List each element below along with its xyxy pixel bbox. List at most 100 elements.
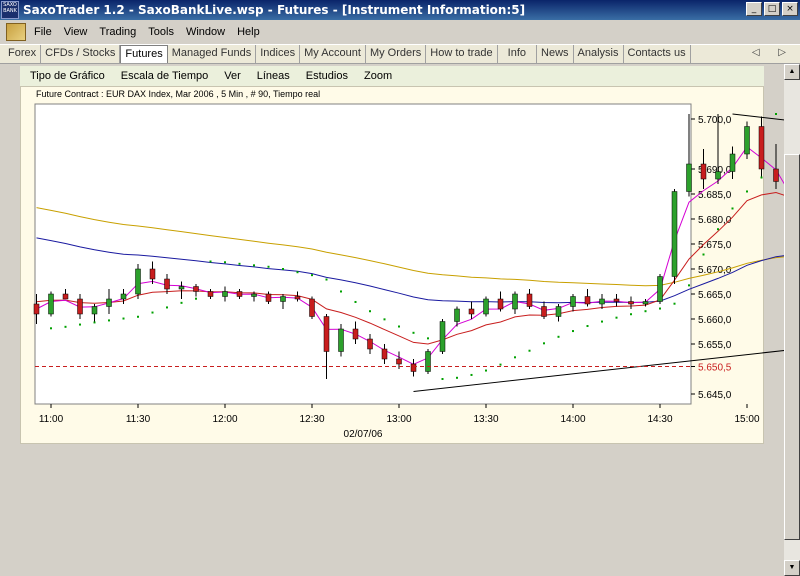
y-tick-label: 5.660,0	[698, 315, 732, 326]
scroll-up-arrow-icon[interactable]: ▲	[784, 64, 800, 80]
psar-dot	[253, 264, 255, 267]
psar-dot	[514, 356, 516, 359]
candle-body	[657, 276, 663, 302]
y-tick-label: 5.665,0	[698, 290, 732, 301]
candle-body	[236, 291, 243, 297]
psar-dot	[543, 342, 545, 345]
candle-body	[613, 298, 620, 302]
candle-body	[251, 293, 257, 297]
candle-body	[178, 286, 185, 290]
candle-body	[599, 298, 605, 305]
psar-dot	[79, 323, 81, 326]
candle-body	[309, 298, 315, 317]
psar-dot	[717, 228, 719, 231]
candle-body	[367, 338, 373, 350]
date-label: 02/07/06	[344, 429, 383, 440]
candle-body	[396, 358, 402, 365]
candle-body	[512, 293, 518, 310]
scroll-thumb[interactable]	[784, 154, 800, 540]
candle-body	[555, 306, 562, 317]
candle-body	[164, 278, 170, 290]
candle-body	[222, 291, 228, 297]
psar-dot	[50, 327, 52, 330]
x-axis: 11:00 11:30 12:00 12:30 13:00 13:30 14:00 14:30…	[39, 404, 760, 425]
psar-dot	[267, 265, 270, 268]
candle-body	[454, 308, 460, 322]
candle-body	[338, 328, 344, 352]
psar-dot	[340, 290, 342, 293]
candle-body	[120, 293, 127, 300]
x-tick-label: 12:30	[299, 414, 324, 425]
psar-dot	[456, 376, 458, 379]
y-tick-label: 5.650,5	[698, 363, 732, 374]
psar-dot	[499, 363, 502, 366]
psar-dot	[630, 313, 632, 316]
y-tick-label: 5.700,0	[698, 115, 732, 126]
candle-body	[323, 316, 330, 352]
psar-dot	[398, 325, 400, 328]
candle-body	[541, 306, 547, 317]
candle-body	[135, 268, 141, 295]
psar-dot	[108, 319, 110, 322]
candle-body	[570, 296, 576, 307]
psar-dot	[746, 190, 748, 193]
candle-body	[410, 363, 417, 372]
x-tick-label: 14:30	[647, 414, 672, 425]
x-tick-label: 13:30	[473, 414, 498, 425]
candlestick-chart[interactable]: 11:00 11:30 12:00 12:30 13:00 13:30 14:00 14:30…	[0, 0, 800, 576]
x-tick-label: 12:00	[212, 414, 237, 425]
candle-body	[758, 126, 765, 170]
candle-body	[642, 301, 649, 305]
candle-body	[468, 308, 475, 315]
psar-dot	[485, 369, 487, 372]
candle-body	[193, 286, 199, 292]
psar-dot	[601, 320, 603, 323]
y-tick-label: 5.680,0	[698, 215, 732, 226]
vertical-scrollbar[interactable]: ▲ ▼	[784, 64, 800, 576]
psar-dot	[731, 207, 734, 210]
candle-body	[207, 291, 214, 297]
psar-dot	[282, 268, 284, 271]
psar-dot	[93, 321, 96, 324]
plot-area	[34, 103, 692, 405]
psar-dot	[383, 318, 386, 321]
psar-dot	[151, 311, 154, 314]
candle-body	[526, 293, 533, 307]
candle-body	[280, 296, 286, 302]
candle-body	[439, 321, 446, 352]
scroll-down-arrow-icon[interactable]: ▼	[784, 560, 800, 576]
candle-body	[62, 293, 69, 300]
candle-body	[729, 153, 736, 172]
candle-body	[352, 328, 359, 340]
psar-dot	[64, 325, 67, 328]
psar-dot	[557, 335, 560, 338]
y-tick-label: 5.685,0	[698, 190, 732, 201]
psar-dot	[427, 337, 429, 340]
x-tick-label: 14:00	[560, 414, 585, 425]
psar-dot	[354, 300, 357, 303]
candle-body	[77, 298, 83, 315]
candle-body	[91, 306, 98, 315]
psar-dot	[702, 253, 705, 256]
psar-dot	[122, 317, 125, 320]
psar-dot	[412, 331, 415, 334]
candle-body	[671, 191, 678, 277]
psar-dot	[760, 176, 763, 179]
candle-body	[584, 296, 591, 305]
candle-body	[381, 348, 388, 360]
psar-dot	[180, 301, 183, 304]
psar-dot	[644, 310, 647, 313]
y-tick-label: 5.645,0	[698, 390, 732, 401]
candle-body	[715, 171, 721, 180]
psar-dot	[673, 302, 676, 305]
psar-dot	[209, 260, 212, 263]
candle-body	[700, 163, 707, 180]
psar-dot	[296, 271, 299, 274]
candle-body	[149, 268, 156, 280]
psar-dot	[166, 306, 168, 309]
candle-body	[686, 163, 692, 192]
candle-body	[48, 293, 54, 315]
x-tick-label: 13:00	[386, 414, 411, 425]
candle-body	[497, 298, 504, 310]
psar-dot	[238, 262, 241, 265]
